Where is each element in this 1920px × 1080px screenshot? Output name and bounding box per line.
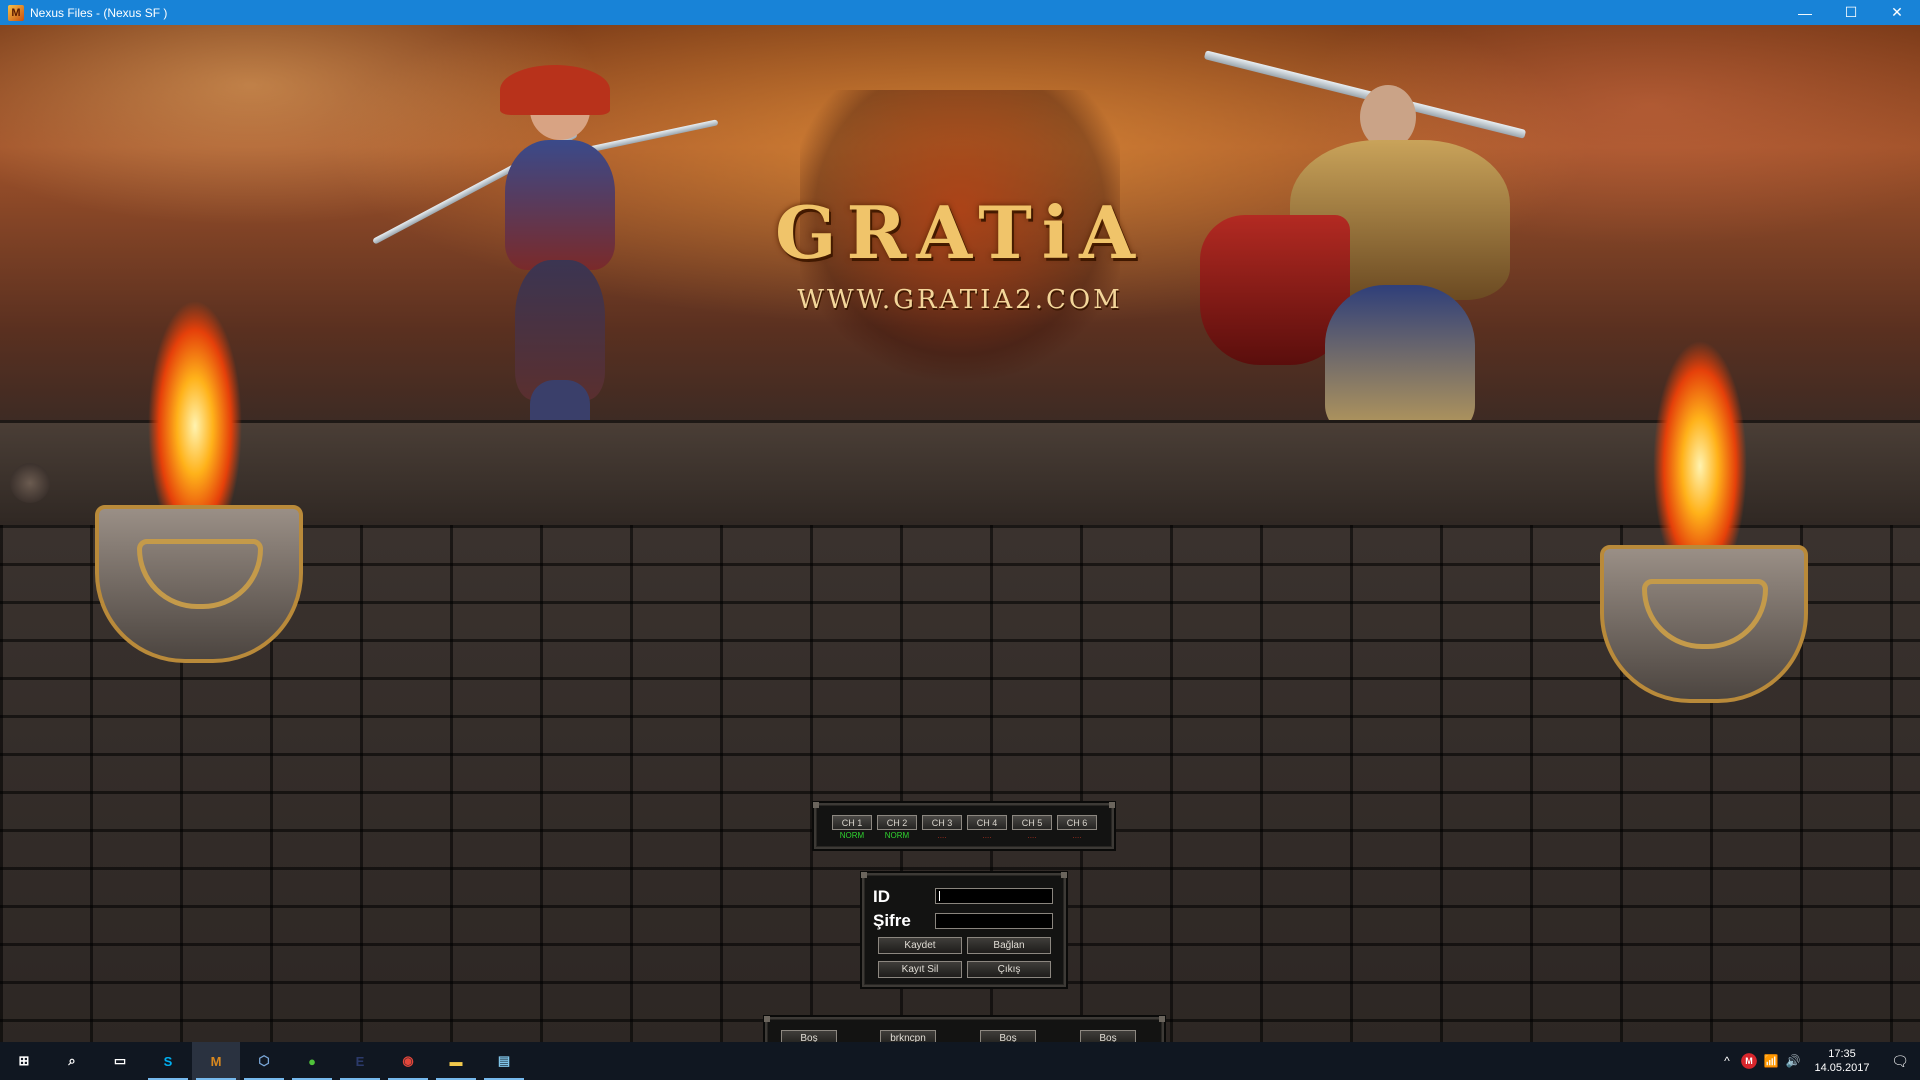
id-field[interactable]	[935, 888, 1053, 904]
close-button[interactable]: ✕	[1874, 0, 1920, 25]
start-icon: ⊞	[18, 1053, 30, 1068]
search-taskbar-button[interactable]: ⌕	[48, 1042, 96, 1080]
game-client-icon: M	[210, 1053, 222, 1069]
right-brazier	[1600, 235, 1808, 705]
start-taskbar-button[interactable]: ⊞	[0, 1042, 48, 1080]
slot-button-1[interactable]: Boş	[781, 1030, 837, 1042]
virtualbox-taskbar-button[interactable]: ⬡	[240, 1042, 288, 1080]
skype-icon: S	[163, 1053, 173, 1069]
window-title: Nexus Files - (Nexus SF )	[30, 5, 168, 20]
id-label: ID	[873, 887, 890, 906]
epack-taskbar-button[interactable]: E	[336, 1042, 384, 1080]
channel-status: ....	[1072, 831, 1082, 840]
fire-icon	[1620, 235, 1780, 565]
channel-6: CH 6 ....	[1057, 815, 1097, 841]
channel-selector-panel: CH 1 NORM CH 2 NORM CH 3 .... CH 4 .... …	[813, 802, 1115, 849]
clock-time: 17:35	[1828, 1048, 1856, 1060]
channel-1: CH 1 NORM	[832, 815, 872, 841]
game-client-taskbar-button[interactable]: M	[192, 1042, 240, 1080]
left-brazier	[95, 195, 303, 665]
channel-button[interactable]: CH 2	[877, 815, 917, 830]
game-logo: GRATiA WWW.GRATIA2.COM	[690, 70, 1230, 400]
channel-5: CH 5 ....	[1012, 815, 1052, 841]
chrome-taskbar-button[interactable]: ◉	[384, 1042, 432, 1080]
channel-3: CH 3 ....	[922, 815, 962, 841]
channel-button[interactable]: CH 5	[1012, 815, 1052, 830]
male-warrior-artwork	[1200, 45, 1550, 445]
notepad-icon: ▤	[497, 1053, 511, 1068]
channel-status: NORM	[839, 831, 865, 840]
window-title-bar: M Nexus Files - (Nexus SF ) — ☐ ✕	[0, 0, 1920, 25]
channel-status: ....	[982, 831, 992, 840]
action-center-icon[interactable]: 🗨	[1880, 1042, 1920, 1080]
slot-button-4[interactable]: Boş	[1080, 1030, 1136, 1042]
exit-button[interactable]: Çıkış	[967, 961, 1051, 978]
login-panel: ID Şifre Kaydet Bağlan Kayıt Sil Çıkış	[861, 872, 1067, 987]
brazier-bowl	[95, 505, 303, 663]
channel-button[interactable]: CH 3	[922, 815, 962, 830]
task-view-taskbar-button[interactable]: ▭	[96, 1042, 144, 1080]
connect-button[interactable]: Bağlan	[967, 937, 1051, 954]
clock-date: 14.05.2017	[1814, 1062, 1870, 1074]
file-explorer-icon: ▬	[449, 1053, 463, 1069]
fire-icon	[115, 195, 275, 525]
slot-button-2[interactable]: brkncpn	[880, 1030, 936, 1042]
channel-2: CH 2 NORM	[877, 815, 917, 841]
game-logo-title: GRATiA	[774, 190, 1146, 275]
channel-4: CH 4 ....	[967, 815, 1007, 841]
file-explorer-taskbar-button[interactable]: ▬	[432, 1042, 480, 1080]
channel-status: ....	[1027, 831, 1037, 840]
account-slots-panel: Boş brkncpn Boş Boş	[764, 1016, 1165, 1042]
save-button[interactable]: Kaydet	[878, 937, 962, 954]
antivirus-icon[interactable]: M	[1738, 1042, 1760, 1080]
minimize-button[interactable]: —	[1782, 0, 1828, 25]
virtualbox-icon: ⬡	[258, 1053, 270, 1068]
brazier-bowl	[1600, 545, 1808, 703]
channel-button[interactable]: CH 1	[832, 815, 872, 830]
volume-icon[interactable]: 🔊	[1782, 1042, 1804, 1080]
green-app-icon: ●	[308, 1053, 316, 1069]
green-app-taskbar-button[interactable]: ●	[288, 1042, 336, 1080]
search-icon: ⌕	[68, 1053, 76, 1068]
window-controls: — ☐ ✕	[1782, 0, 1920, 25]
password-field[interactable]	[935, 913, 1053, 929]
game-viewport: GRATiA WWW.GRATIA2.COM CH 1 NORM CH 2 NO…	[0, 25, 1920, 1042]
show-hidden-icons-icon[interactable]: ^	[1716, 1042, 1738, 1080]
notepad-taskbar-button[interactable]: ▤	[480, 1042, 528, 1080]
chrome-icon: ◉	[402, 1053, 414, 1068]
female-warrior-artwork	[372, 50, 719, 450]
epack-icon: E	[355, 1053, 365, 1069]
skype-taskbar-button[interactable]: S	[144, 1042, 192, 1080]
maximize-button[interactable]: ☐	[1828, 0, 1874, 25]
windows-taskbar: ⊞ ⌕ ▭ S M ⬡ ● E ◉ ▬ ▤ ^ M 📶 🔊 17:35 14.05.2017 🗨	[0, 1042, 1920, 1080]
delete-record-button[interactable]: Kayıt Sil	[878, 961, 962, 978]
game-logo-url: WWW.GRATIA2.COM	[797, 285, 1123, 315]
channel-button[interactable]: CH 4	[967, 815, 1007, 830]
app-icon: M	[8, 4, 24, 21]
channel-status: NORM	[884, 831, 910, 840]
password-label: Şifre	[873, 911, 911, 930]
channel-button[interactable]: CH 6	[1057, 815, 1097, 830]
channel-status: ....	[937, 831, 947, 840]
clock[interactable]: 17:35 14.05.2017	[1810, 1047, 1874, 1075]
text-caret	[939, 891, 940, 901]
slot-button-3[interactable]: Boş	[980, 1030, 1036, 1042]
task-view-icon: ▭	[113, 1053, 127, 1068]
system-tray: ^ M 📶 🔊 17:35 14.05.2017 🗨	[1716, 1042, 1920, 1080]
wifi-icon[interactable]: 📶	[1760, 1042, 1782, 1080]
